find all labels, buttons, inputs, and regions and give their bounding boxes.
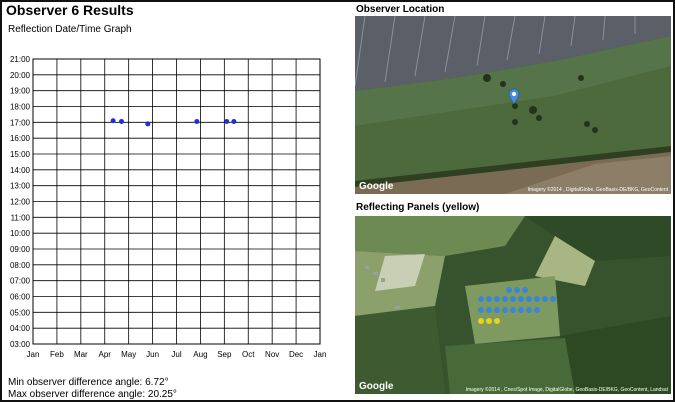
data-point <box>194 119 200 125</box>
x-tick-label: Sep <box>217 350 232 359</box>
x-tick-label: Mar <box>74 350 88 359</box>
observer-satellite-image <box>355 16 671 194</box>
y-tick-label: 17:00 <box>10 118 31 127</box>
y-tick-label: 05:00 <box>10 308 31 317</box>
y-tick-label: 20:00 <box>10 71 31 80</box>
x-tick-label: Dec <box>289 350 303 359</box>
y-tick-label: 21:00 <box>10 55 31 64</box>
x-tick-label: Jun <box>146 350 159 359</box>
map-attribution: Imagery ©2014 , DigitalGlobe, GeoBasis-D… <box>527 187 668 193</box>
x-tick-label: Apr <box>99 350 112 359</box>
x-tick-label: Oct <box>242 350 255 359</box>
y-tick-label: 09:00 <box>10 245 31 254</box>
x-tick-label: Feb <box>50 350 64 359</box>
y-tick-label: 06:00 <box>10 293 31 302</box>
data-point <box>224 119 230 125</box>
map-attribution: Imagery ©2014 , Cnes/Spot Image, Digital… <box>465 387 668 393</box>
y-tick-label: 16:00 <box>10 134 31 143</box>
panels-map[interactable]: Google Imagery ©2014 , Cnes/Spot Image, … <box>355 216 671 394</box>
y-tick-label: 19:00 <box>10 87 31 96</box>
y-tick-label: 15:00 <box>10 150 31 159</box>
observer-map[interactable]: Google Imagery ©2014 , DigitalGlobe, Geo… <box>355 16 671 194</box>
x-tick-label: May <box>121 350 136 359</box>
y-tick-label: 04:00 <box>10 324 31 333</box>
map-pin-icon[interactable] <box>508 88 520 104</box>
y-tick-label: 14:00 <box>10 166 31 175</box>
data-point <box>231 119 237 125</box>
panels-map-title: Reflecting Panels (yellow) <box>356 202 480 213</box>
page-title: Observer 6 Results <box>6 2 134 18</box>
google-logo: Google <box>359 181 394 192</box>
y-tick-label: 07:00 <box>10 277 31 286</box>
max-angle-text: Max observer difference angle: 20.25° <box>8 389 177 400</box>
y-tick-label: 12:00 <box>10 198 31 207</box>
y-tick-label: 10:00 <box>10 229 31 238</box>
reflection-chart: 03:00 04:00 05:00 06:00 07:00 08:00 09:00 10:00… <box>10 55 327 359</box>
graph-title: Reflection Date/Time Graph <box>8 24 132 35</box>
data-point <box>118 119 124 125</box>
y-tick-label: 18:00 <box>10 103 31 112</box>
y-tick-label: 03:00 <box>10 340 31 349</box>
x-tick-label: Nov <box>265 350 279 359</box>
google-logo: Google <box>359 381 394 392</box>
y-tick-label: 11:00 <box>11 213 31 222</box>
x-tick-label: Jan <box>314 350 327 359</box>
min-angle-text: Min observer difference angle: 6.72° <box>8 377 169 388</box>
x-tick-label: Jan <box>27 350 40 359</box>
data-point <box>145 121 151 127</box>
x-tick-label: Aug <box>193 350 207 359</box>
y-tick-label: 13:00 <box>10 182 31 191</box>
x-tick-label: Jul <box>171 350 181 359</box>
y-tick-label: 08:00 <box>10 261 31 270</box>
panels-satellite-image <box>355 216 671 394</box>
data-point <box>110 118 116 124</box>
observer-map-title: Observer Location <box>356 4 445 15</box>
